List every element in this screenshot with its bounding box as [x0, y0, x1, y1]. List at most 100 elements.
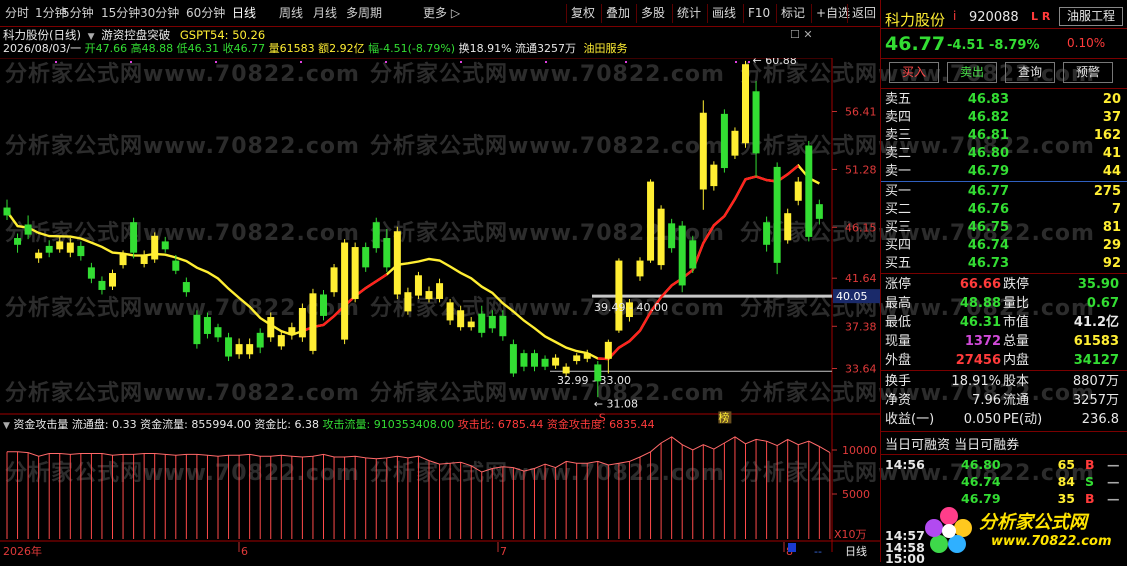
sub-chart-title[interactable]: 资金攻击量: [13, 418, 68, 431]
candle[interactable]: [499, 310, 507, 341]
period-tab-10[interactable]: 更多 ▷: [423, 5, 460, 22]
candle[interactable]: [330, 263, 338, 297]
ask-row[interactable]: 卖五 46.83 20: [885, 91, 1121, 109]
candle[interactable]: [488, 310, 496, 333]
candle[interactable]: [56, 236, 64, 253]
toolbar-button-1[interactable]: 叠加: [601, 4, 634, 23]
candle[interactable]: [351, 242, 359, 303]
candle[interactable]: [87, 262, 95, 284]
candle[interactable]: [636, 257, 644, 281]
candle[interactable]: [288, 322, 296, 340]
candle[interactable]: [256, 328, 264, 354]
ask-row[interactable]: 卖四 46.82 37: [885, 109, 1121, 127]
margin-label[interactable]: 当日可融资 当日可融券: [885, 434, 1019, 453]
candle[interactable]: [362, 242, 370, 272]
candle[interactable]: [710, 161, 718, 191]
bid-row[interactable]: 买四 46.74 29: [885, 237, 1121, 255]
candle[interactable]: [478, 305, 486, 338]
candle[interactable]: [66, 238, 74, 258]
candle[interactable]: [604, 339, 612, 374]
candle[interactable]: [35, 249, 43, 263]
period-tab-8[interactable]: 月线: [313, 5, 337, 22]
candle[interactable]: [573, 353, 581, 365]
candle[interactable]: [372, 217, 380, 253]
candle[interactable]: [182, 277, 190, 297]
candle[interactable]: [615, 258, 623, 333]
candle[interactable]: [77, 241, 85, 261]
candle[interactable]: [393, 226, 401, 299]
bid-row[interactable]: 买五 46.73 92: [885, 255, 1121, 273]
candle[interactable]: [815, 199, 823, 225]
candle[interactable]: [246, 338, 254, 359]
bid-row[interactable]: 买一 46.77 275: [885, 183, 1121, 201]
candle[interactable]: [235, 338, 243, 359]
period-tab-7[interactable]: 周线: [279, 5, 303, 22]
candle[interactable]: [109, 269, 116, 290]
candlestick-chart[interactable]: 56.41 51.28 46.15 41.64 37.38 33.64 40.05 ← 60.…: [0, 58, 880, 558]
query-button[interactable]: 查询: [1005, 62, 1055, 83]
candle[interactable]: [541, 355, 549, 371]
candle[interactable]: [320, 289, 327, 321]
toolbar-button-5[interactable]: F10: [743, 4, 774, 23]
bid-row[interactable]: 买三 46.75 81: [885, 219, 1121, 237]
candle[interactable]: [773, 162, 781, 275]
candle[interactable]: [404, 287, 412, 315]
candle[interactable]: [161, 236, 169, 253]
bid-row[interactable]: 买二 46.76 7: [885, 201, 1121, 219]
period-tab-6[interactable]: 日线: [232, 5, 256, 22]
sell-button[interactable]: 卖出: [947, 62, 997, 83]
candle[interactable]: [24, 215, 32, 240]
toolbar-button-0[interactable]: 复权: [566, 4, 599, 23]
alert-button[interactable]: 预警: [1063, 62, 1113, 83]
candle[interactable]: [45, 240, 53, 258]
candle[interactable]: [720, 109, 728, 173]
chart-window-icons[interactable]: ☐ ✕: [790, 28, 813, 41]
candle[interactable]: [298, 303, 306, 342]
period-tab-5[interactable]: 60分钟: [186, 5, 225, 22]
candle[interactable]: [794, 177, 802, 206]
sector-button[interactable]: 油服工程: [1059, 7, 1123, 26]
scroll-thumb[interactable]: [788, 543, 796, 552]
candle[interactable]: [520, 349, 528, 372]
candle[interactable]: [784, 208, 792, 244]
candle[interactable]: [446, 298, 454, 325]
period-tab-9[interactable]: 多周期: [346, 5, 382, 22]
indicator-name[interactable]: 游资控盘突破: [101, 28, 170, 42]
ask-row[interactable]: 卖二 46.80 41: [885, 145, 1121, 163]
candle[interactable]: [14, 233, 22, 253]
candle[interactable]: [277, 330, 285, 350]
candle[interactable]: [140, 250, 148, 268]
candle[interactable]: [98, 276, 106, 295]
candle[interactable]: [805, 140, 813, 242]
candle[interactable]: [509, 339, 517, 377]
ask-row[interactable]: 卖三 46.81 162: [885, 127, 1121, 145]
toolbar-button-2[interactable]: 多股: [636, 4, 669, 23]
candle[interactable]: [763, 216, 771, 252]
period-tab-2[interactable]: 5分钟: [62, 5, 94, 22]
candle[interactable]: [214, 323, 222, 342]
toolbar-button-6[interactable]: 标记: [776, 4, 809, 23]
candle[interactable]: [151, 232, 159, 263]
candle[interactable]: [267, 312, 275, 342]
candle[interactable]: [193, 310, 201, 349]
candle[interactable]: [457, 305, 465, 331]
candle[interactable]: [699, 100, 707, 210]
candle[interactable]: [731, 127, 739, 160]
candle[interactable]: [425, 286, 433, 303]
period-tab-0[interactable]: 分时: [5, 5, 29, 22]
candle[interactable]: [130, 217, 138, 259]
candle[interactable]: [531, 349, 538, 372]
candle[interactable]: [467, 317, 475, 331]
candle[interactable]: [203, 312, 211, 339]
candle[interactable]: [752, 81, 760, 178]
toolbar-button-4[interactable]: 画线: [707, 4, 740, 23]
candle[interactable]: [3, 199, 11, 220]
candle[interactable]: [225, 332, 233, 362]
buy-button[interactable]: 买入: [889, 62, 939, 83]
bar-sector[interactable]: 油田服务: [584, 42, 628, 55]
sub-chart-menu-icon[interactable]: ▼: [3, 421, 10, 431]
candle[interactable]: [414, 271, 422, 299]
candle[interactable]: [309, 288, 317, 355]
toolbar-button-3[interactable]: 统计: [672, 4, 705, 23]
period-tab-4[interactable]: 30分钟: [140, 5, 179, 22]
